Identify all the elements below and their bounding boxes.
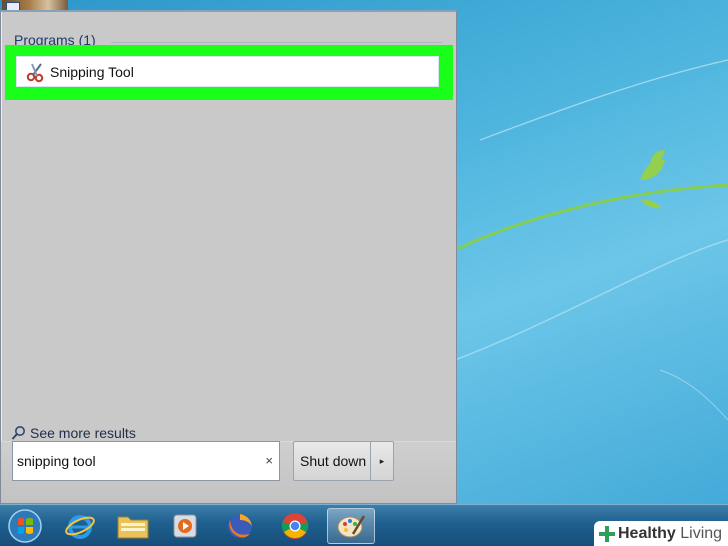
taskbar-firefox[interactable] xyxy=(218,508,262,544)
watermark-brand-light: Living xyxy=(680,524,723,542)
taskbar-windows-explorer[interactable] xyxy=(111,508,155,544)
shutdown-options-arrow-icon[interactable]: ▸ xyxy=(371,456,393,467)
section-divider xyxy=(111,42,442,43)
media-player-icon xyxy=(173,514,197,538)
paint-icon xyxy=(337,515,366,538)
see-more-label: See more results xyxy=(30,425,136,441)
shutdown-button-group: Shut down ▸ xyxy=(293,441,394,481)
start-menu: Programs (1) Snipping Tool See more resu… xyxy=(0,10,457,504)
windows-logo-icon xyxy=(8,509,42,543)
start-button[interactable] xyxy=(3,508,47,544)
clear-search-icon[interactable]: × xyxy=(265,453,273,468)
see-more-results-link[interactable]: See more results xyxy=(11,425,136,441)
taskbar-media-player[interactable] xyxy=(164,508,208,544)
watermark-text: Healthy Living xyxy=(618,525,722,543)
result-label: Snipping Tool xyxy=(50,63,134,80)
taskbar-internet-explorer[interactable] xyxy=(58,508,102,544)
search-icon xyxy=(11,425,27,441)
healthy-living-logo-icon xyxy=(599,525,615,542)
folder-icon xyxy=(117,516,149,539)
ie-icon xyxy=(65,515,95,539)
firefox-icon xyxy=(228,514,252,538)
search-box[interactable]: × xyxy=(12,441,280,481)
search-input[interactable] xyxy=(17,453,257,469)
shutdown-button[interactable]: Shut down xyxy=(294,453,370,469)
taskbar-paint[interactable] xyxy=(327,508,375,544)
result-item-snipping-tool[interactable]: Snipping Tool xyxy=(16,56,439,87)
taskbar-chrome[interactable] xyxy=(273,508,317,544)
watermark-brand-bold: Healthy xyxy=(618,524,676,542)
scissors-icon xyxy=(25,61,47,83)
healthy-living-watermark: Healthy Living xyxy=(594,521,728,546)
chrome-icon xyxy=(281,513,309,539)
